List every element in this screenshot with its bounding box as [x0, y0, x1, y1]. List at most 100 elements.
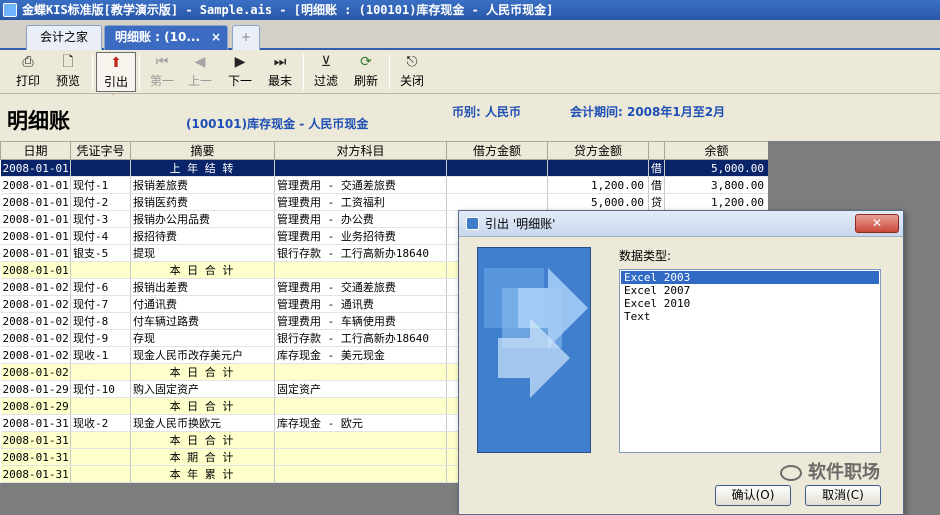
- close-icon[interactable]: ×: [211, 26, 221, 49]
- cell-balance: 5,000.00: [664, 159, 768, 177]
- next-button[interactable]: ▶ 下一: [220, 52, 260, 92]
- cell-summary: 本 日 合 计: [130, 431, 275, 449]
- tab-ledger-detail[interactable]: 明细账 : (10... ×: [104, 25, 228, 50]
- preview-button[interactable]: 🗋 预览: [48, 52, 88, 92]
- cell-date: 2008-01-01: [0, 261, 71, 279]
- cell-voucher: 现付-6: [70, 278, 131, 296]
- exit-door-icon: ⎋: [406, 54, 418, 70]
- cell-date: 2008-01-01: [0, 227, 71, 245]
- refresh-button[interactable]: ⟳ 刷新: [346, 52, 386, 92]
- table-row[interactable]: 2008-01-01 现付-1 报销差旅费 管理费用 - 交通差旅费 1,200.00 借…: [0, 176, 768, 194]
- close-button[interactable]: ⎋ 关闭: [392, 52, 432, 92]
- column-header[interactable]: 余额: [664, 141, 768, 160]
- dialog-title: 引出 '明细账': [485, 217, 556, 231]
- export-button[interactable]: ⬆ 引出: [96, 52, 136, 92]
- toolbar-separator: [389, 54, 390, 90]
- data-type-list[interactable]: Excel 2003 Excel 2007 Excel 2010 Text: [619, 269, 881, 453]
- close-label: 关闭: [399, 74, 424, 88]
- table-row[interactable]: 2008-01-01 上 年 结 转 借 5,000.00: [0, 159, 768, 177]
- cell-account: [274, 159, 447, 177]
- cell-voucher: [70, 448, 131, 466]
- cell-voucher: 现付-9: [70, 329, 131, 347]
- data-type-option[interactable]: Excel 2007: [621, 284, 879, 297]
- cell-date: 2008-01-02: [0, 295, 71, 313]
- cancel-button[interactable]: 取消(C): [805, 485, 881, 506]
- last-button[interactable]: ⏭ 最末: [260, 52, 300, 92]
- cell-account: [274, 465, 447, 483]
- cell-account: 管理费用 - 车辆使用费: [274, 312, 447, 330]
- column-header[interactable]: 贷方金额: [547, 141, 649, 160]
- cell-date: 2008-01-02: [0, 346, 71, 364]
- last-icon: ⏭: [273, 54, 287, 70]
- cell-account: 管理费用 - 工资福利: [274, 193, 447, 211]
- cell-summary: 报销出差费: [130, 278, 275, 296]
- cell-date: 2008-01-31: [0, 414, 71, 432]
- tab-label: 会计之家: [39, 30, 88, 44]
- report-header: 明细账 (100101)库存现金 - 人民币现金 币别: 人民币 会计期间: 2…: [0, 95, 940, 141]
- print-button[interactable]: ⎙ 打印: [8, 52, 48, 92]
- cell-debit: [446, 176, 548, 194]
- cell-account: 管理费用 - 业务招待费: [274, 227, 447, 245]
- column-header[interactable]: 对方科目: [274, 141, 447, 160]
- dialog-close-button[interactable]: ✕: [855, 214, 899, 233]
- confirm-button[interactable]: 确认(O): [715, 485, 791, 506]
- cell-date: 2008-01-31: [0, 465, 71, 483]
- cell-date: 2008-01-02: [0, 312, 71, 330]
- cell-voucher: 现付-2: [70, 193, 131, 211]
- table-row[interactable]: 2008-01-01 现付-2 报销医药费 管理费用 - 工资福利 5,000.00 贷 1…: [0, 193, 768, 211]
- data-type-option[interactable]: Text: [621, 310, 879, 323]
- toolbar-separator: [303, 54, 304, 90]
- toolbar-separator: [92, 54, 93, 90]
- data-type-option[interactable]: Excel 2003: [621, 271, 879, 284]
- cell-date: 2008-01-29: [0, 397, 71, 415]
- cell-voucher: 现收-1: [70, 346, 131, 364]
- cell-voucher: [70, 363, 131, 381]
- cell-debit: [446, 193, 548, 211]
- tab-accounting-home[interactable]: 会计之家: [26, 25, 102, 50]
- column-header[interactable]: 摘要: [130, 141, 275, 160]
- cell-summary: 报销办公用品费: [130, 210, 275, 228]
- cell-summary: 本 日 合 计: [130, 363, 275, 381]
- cell-balance: 3,800.00: [664, 176, 768, 194]
- print-label: 打印: [15, 74, 40, 88]
- period-info: 会计期间: 2008年1月至2月: [570, 105, 726, 119]
- cell-date: 2008-01-02: [0, 278, 71, 296]
- cell-date: 2008-01-01: [0, 159, 71, 177]
- app-logo-icon: [3, 3, 17, 17]
- cell-voucher: 现付-8: [70, 312, 131, 330]
- cell-account: 管理费用 - 通讯费: [274, 295, 447, 313]
- cell-account: 银行存款 - 工行高新办18640: [274, 244, 447, 262]
- tab-add[interactable]: +: [232, 25, 260, 50]
- column-header[interactable]: 日期: [0, 141, 71, 160]
- toolbar-separator: [139, 54, 140, 90]
- filter-button[interactable]: ⊻ 过滤: [306, 52, 346, 92]
- first-button[interactable]: ⏮ 第一: [142, 52, 182, 92]
- cell-summary: 存现: [130, 329, 275, 347]
- dialog-title-bar: 引出 '明细账' ✕: [459, 211, 903, 237]
- cell-summary: 本 日 合 计: [130, 397, 275, 415]
- cell-voucher: 现收-2: [70, 414, 131, 432]
- watermark: 软件职场: [780, 458, 880, 484]
- column-header[interactable]: 凭证字号: [70, 141, 131, 160]
- dialog-app-icon: [466, 217, 479, 230]
- cell-account: [274, 363, 447, 381]
- column-header[interactable]: 借方金额: [446, 141, 548, 160]
- cell-summary: 本 年 累 计: [130, 465, 275, 483]
- data-type-option[interactable]: Excel 2010: [621, 297, 879, 310]
- watermark-text: 软件职场: [808, 462, 880, 483]
- window-title-bar: 金蝶KIS标准版[教学演示版] - Sample.ais - [明细账 : (1…: [0, 0, 940, 20]
- next-label: 下一: [227, 74, 252, 88]
- cell-account: 管理费用 - 交通差旅费: [274, 176, 447, 194]
- toolbar: ⎙ 打印 🗋 预览 ⬆ 引出 ⏮ 第一 ◀ 上一 ▶ 下一 ⏭ 最末 ⊻ 过滤 ⟳ 刷新 ⎋ 关闭: [0, 50, 940, 94]
- cell-summary: 现金人民币换欧元: [130, 414, 275, 432]
- cell-account: [274, 431, 447, 449]
- prev-button[interactable]: ◀ 上一: [180, 52, 220, 92]
- export-illustration-icon: [477, 247, 591, 453]
- column-header[interactable]: [648, 141, 665, 160]
- cell-summary: 报销医药费: [130, 193, 275, 211]
- cell-account: 库存现金 - 美元现金: [274, 346, 447, 364]
- export-label: 引出: [103, 75, 128, 89]
- cell-voucher: [70, 261, 131, 279]
- window-title: 金蝶KIS标准版[教学演示版] - Sample.ais - [明细账 : (1…: [22, 3, 554, 17]
- data-type-label: 数据类型:: [619, 249, 672, 263]
